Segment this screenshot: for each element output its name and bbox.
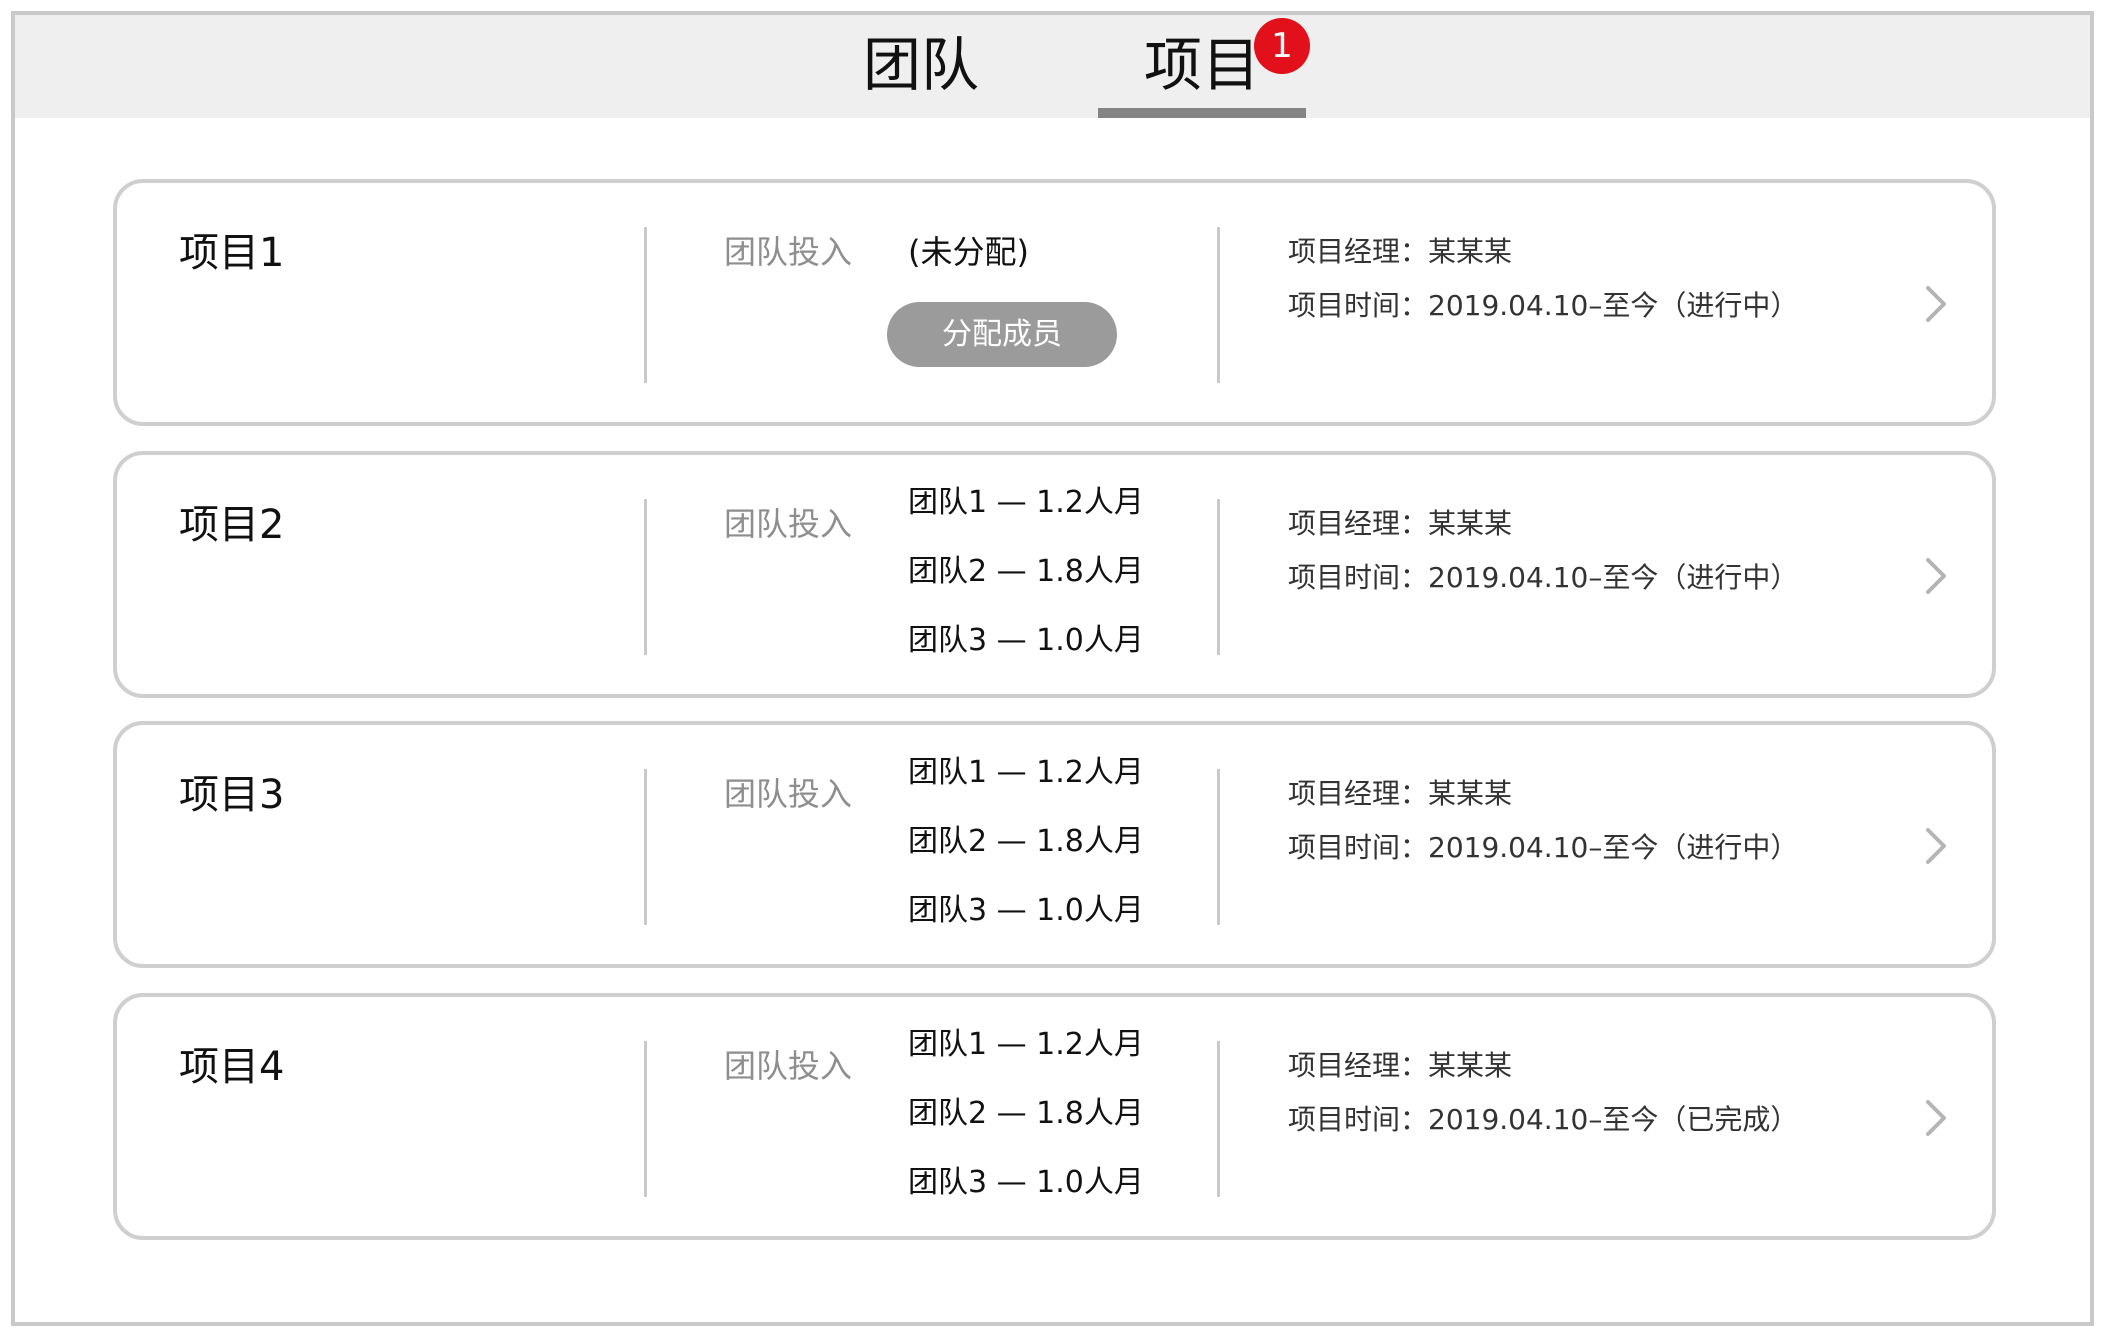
card-divider	[1217, 227, 1220, 383]
project-time: 项目时间：2019.04.10–至今（已完成）	[1288, 1103, 1799, 1136]
card-divider	[1217, 499, 1220, 655]
team-investment-label: 团队投入	[724, 233, 853, 271]
project-card[interactable]: 项目3 团队投入 团队1 — 1.2人月 团队2 — 1.8人月 团队3 — 1…	[113, 721, 1996, 968]
unassigned-text: (未分配)	[908, 233, 1029, 271]
team-allocation-item: 团队2 — 1.8人月	[908, 824, 1144, 859]
chevron-right-icon[interactable]	[1916, 556, 1956, 596]
team-allocation-item: 团队3 — 1.0人月	[908, 893, 1144, 928]
project-name: 项目2	[179, 502, 285, 548]
active-tab-indicator	[1098, 108, 1306, 118]
card-divider	[1217, 1041, 1220, 1197]
project-time: 项目时间：2019.04.10–至今（进行中）	[1288, 561, 1799, 594]
project-card[interactable]: 项目1 团队投入 (未分配) 分配成员 项目经理：某某某 项目时间：2019.0…	[113, 179, 1996, 426]
team-allocation-item: 团队3 — 1.0人月	[908, 623, 1144, 658]
app-frame: 团队 项目 1 项目1 团队投入 (未分配) 分配成员 项目经理：某某某 项目时…	[11, 11, 2094, 1326]
project-time: 项目时间：2019.04.10–至今（进行中）	[1288, 289, 1799, 322]
project-manager: 项目经理：某某某	[1288, 507, 1513, 540]
chevron-right-icon[interactable]	[1916, 284, 1956, 324]
assign-members-button[interactable]: 分配成员	[887, 302, 1117, 367]
chevron-right-icon[interactable]	[1916, 826, 1956, 866]
team-allocation-list: 团队1 — 1.2人月 团队2 — 1.8人月 团队3 — 1.0人月	[908, 1027, 1144, 1234]
project-manager: 项目经理：某某某	[1288, 235, 1513, 268]
project-card[interactable]: 项目4 团队投入 团队1 — 1.2人月 团队2 — 1.8人月 团队3 — 1…	[113, 993, 1996, 1240]
project-name: 项目3	[179, 772, 285, 818]
team-investment-label: 团队投入	[724, 505, 853, 543]
team-allocation-list: 团队1 — 1.2人月 团队2 — 1.8人月 团队3 — 1.0人月	[908, 755, 1144, 962]
card-divider	[1217, 769, 1220, 925]
card-divider	[644, 227, 647, 383]
project-card[interactable]: 项目2 团队投入 团队1 — 1.2人月 团队2 — 1.8人月 团队3 — 1…	[113, 451, 1996, 698]
team-allocation-item: 团队3 — 1.0人月	[908, 1165, 1144, 1200]
project-meta: 项目经理：某某某 项目时间：2019.04.10–至今（已完成）	[1288, 1039, 1798, 1147]
project-manager: 项目经理：某某某	[1288, 1049, 1513, 1082]
card-divider	[644, 769, 647, 925]
team-allocation-item: 团队2 — 1.8人月	[908, 1096, 1144, 1131]
project-name: 项目4	[179, 1044, 285, 1090]
project-meta: 项目经理：某某某 项目时间：2019.04.10–至今（进行中）	[1288, 225, 1798, 333]
team-allocation-item: 团队1 — 1.2人月	[908, 485, 1144, 520]
project-name: 项目1	[179, 230, 285, 276]
team-investment-label: 团队投入	[724, 1047, 853, 1085]
team-allocation-item: 团队2 — 1.8人月	[908, 554, 1144, 589]
project-time: 项目时间：2019.04.10–至今（进行中）	[1288, 831, 1799, 864]
tab-team[interactable]: 团队	[851, 15, 991, 118]
notification-badge: 1	[1254, 18, 1310, 74]
team-allocation-item: 团队1 — 1.2人月	[908, 755, 1144, 790]
chevron-right-icon[interactable]	[1916, 1098, 1956, 1138]
team-investment-label: 团队投入	[724, 775, 853, 813]
project-meta: 项目经理：某某某 项目时间：2019.04.10–至今（进行中）	[1288, 767, 1798, 875]
team-allocation-item: 团队1 — 1.2人月	[908, 1027, 1144, 1062]
card-divider	[644, 499, 647, 655]
card-divider	[644, 1041, 647, 1197]
project-manager: 项目经理：某某某	[1288, 777, 1513, 810]
team-allocation-list: 团队1 — 1.2人月 团队2 — 1.8人月 团队3 — 1.0人月	[908, 485, 1144, 692]
project-meta: 项目经理：某某某 项目时间：2019.04.10–至今（进行中）	[1288, 497, 1798, 605]
tab-project-label: 项目	[1143, 31, 1260, 99]
tab-bar: 团队 项目 1	[15, 15, 2090, 118]
